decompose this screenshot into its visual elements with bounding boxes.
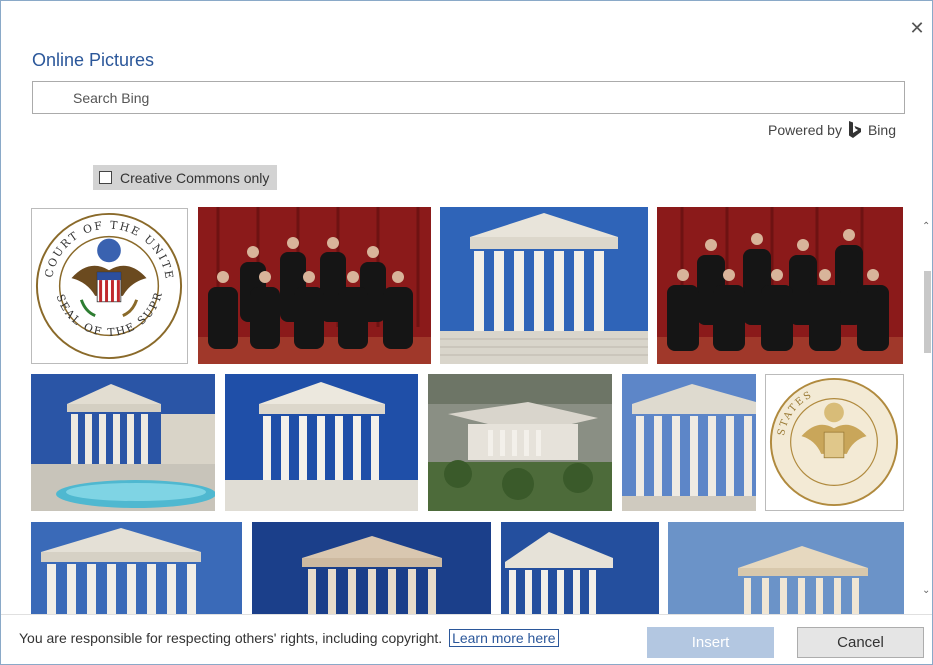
building-aerial-image (428, 374, 612, 511)
bing-brand-label: Bing (867, 122, 896, 138)
powered-by-label: Powered by (768, 122, 842, 138)
building-photo-image (501, 522, 659, 614)
building-photo-image (225, 374, 418, 511)
result-thumbnail[interactable] (622, 374, 756, 511)
insert-button[interactable]: Insert (647, 627, 774, 658)
search-input[interactable] (71, 88, 855, 107)
copyright-notice: You are responsible for respecting other… (19, 629, 559, 647)
dialog-title: Online Pictures (32, 50, 155, 70)
results-grid: COURT OF THE UNITED SEAL OF THE SUPREME (31, 207, 911, 614)
supreme-court-seal-image: COURT OF THE UNITED SEAL OF THE SUPREME (32, 209, 183, 360)
checkbox-icon[interactable] (99, 171, 112, 184)
result-thumbnail[interactable] (440, 207, 648, 364)
learn-more-link[interactable]: Learn more here (449, 629, 559, 647)
bing-logo-icon (848, 121, 861, 138)
result-thumbnail[interactable] (252, 522, 491, 614)
justices-photo-image (198, 207, 431, 364)
creative-commons-label: Creative Commons only (120, 169, 270, 186)
online-pictures-dialog: ✕ Online Pictures Powered by Bing Creati… (0, 0, 933, 665)
close-icon[interactable]: ✕ (906, 17, 928, 39)
result-thumbnail[interactable] (428, 374, 612, 511)
result-thumbnail[interactable] (225, 374, 418, 511)
building-photo-image (252, 522, 491, 614)
result-thumbnail[interactable]: COURT OF THE UNITED SEAL OF THE SUPREME (31, 208, 188, 364)
copyright-notice-text: You are responsible for respecting other… (19, 630, 443, 646)
search-box[interactable] (32, 81, 905, 114)
building-photo-image (668, 522, 904, 614)
scrollbar-thumb[interactable] (924, 271, 931, 353)
building-fountain-image (31, 374, 215, 511)
result-thumbnail[interactable] (31, 522, 242, 614)
creative-commons-checkbox[interactable]: Creative Commons only (93, 165, 278, 190)
chevron-down-icon[interactable]: ⌄ (922, 585, 930, 596)
result-thumbnail[interactable] (501, 522, 659, 614)
cancel-button[interactable]: Cancel (797, 627, 924, 658)
justices-photo-image (657, 207, 903, 364)
building-photo-image (440, 207, 648, 364)
results-scrollbar[interactable]: ⌃ ⌄ (921, 207, 932, 614)
powered-by: Powered by Bing (691, 121, 896, 139)
dialog-footer: You are responsible for respecting other… (1, 614, 932, 664)
result-thumbnail[interactable]: STATES (765, 374, 904, 511)
result-thumbnail[interactable] (668, 522, 904, 614)
building-photo-image (31, 522, 242, 614)
chevron-up-icon[interactable]: ⌃ (922, 221, 930, 232)
result-thumbnail[interactable] (31, 374, 215, 511)
gold-seal-image: STATES (769, 377, 899, 507)
building-side-image (622, 374, 756, 511)
result-thumbnail[interactable] (657, 207, 903, 364)
result-thumbnail[interactable] (198, 207, 431, 364)
